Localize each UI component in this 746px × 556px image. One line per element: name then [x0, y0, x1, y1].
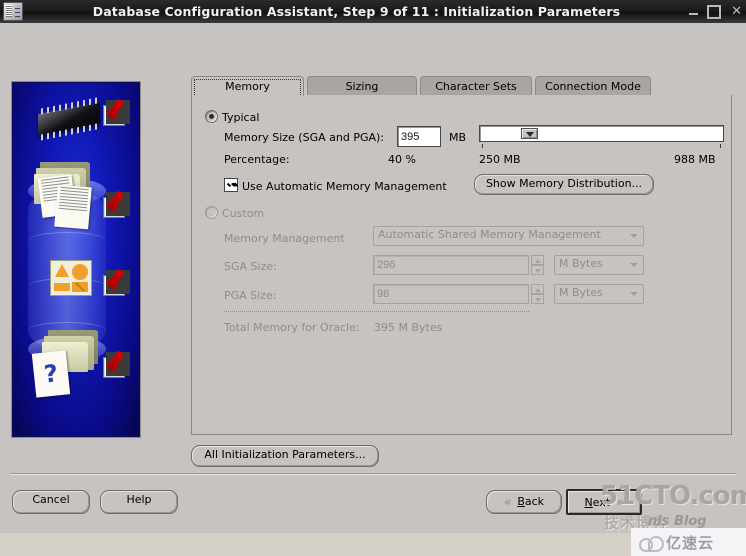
- total-memory-value: 395 M Bytes: [374, 321, 443, 334]
- dbca-window: Database Configuration Assistant, Step 9…: [0, 0, 746, 556]
- chevron-down-icon: [630, 234, 638, 238]
- window-title: Database Configuration Assistant, Step 9…: [92, 4, 621, 19]
- maximize-icon[interactable]: [707, 4, 722, 19]
- help-button[interactable]: Help: [100, 490, 178, 514]
- chevron-down-icon: [630, 263, 638, 267]
- checkmark-icon: [104, 100, 130, 125]
- stepper-down-icon[interactable]: [531, 294, 544, 304]
- wizard-artwork: ?: [11, 81, 141, 438]
- title-bar: Database Configuration Assistant, Step 9…: [0, 0, 746, 23]
- slider-track[interactable]: [479, 125, 724, 142]
- sga-size-unit-value: M Bytes: [559, 257, 603, 270]
- stepper-down-icon[interactable]: [531, 265, 544, 275]
- chevron-down-icon: [630, 292, 638, 296]
- pga-size-stepper[interactable]: [531, 284, 544, 304]
- total-separator: [224, 311, 529, 312]
- watermark-brand-box: 亿速云: [631, 528, 746, 556]
- tab-character-sets[interactable]: Character Sets: [420, 76, 532, 96]
- shapes-graphic: [50, 260, 92, 296]
- database-icon: [3, 2, 23, 21]
- close-icon[interactable]: ✕: [731, 5, 742, 18]
- watermark-brand-label: 亿速云: [666, 533, 715, 552]
- automatic-memory-management-label: Use Automatic Memory Management: [242, 180, 447, 193]
- tab-sizing-label: Sizing: [345, 80, 379, 93]
- tab-strip: Memory Sizing Character Sets Connection …: [191, 76, 730, 96]
- question-mark-graphic: ?: [31, 350, 71, 398]
- tab-memory-label: Memory: [225, 80, 270, 93]
- chip-graphic: [38, 101, 100, 137]
- typical-radio-icon[interactable]: [205, 110, 218, 123]
- pga-size-unit-select[interactable]: M Bytes: [554, 284, 644, 304]
- memory-management-value: Automatic Shared Memory Management: [378, 228, 601, 241]
- footer-separator: [10, 473, 736, 474]
- stepper-up-icon[interactable]: [531, 255, 544, 265]
- all-initialization-parameters-button[interactable]: All Initialization Parameters...: [191, 445, 379, 467]
- memory-size-slider[interactable]: [479, 125, 724, 148]
- cloud-icon: [639, 535, 664, 552]
- memory-management-select[interactable]: Automatic Shared Memory Management: [373, 226, 644, 246]
- total-memory-label: Total Memory for Oracle:: [224, 321, 360, 334]
- show-memory-distribution-button[interactable]: Show Memory Distribution...: [474, 174, 654, 195]
- document-graphic: [54, 184, 92, 230]
- custom-radio-icon[interactable]: [205, 206, 218, 219]
- tab-connection-mode-label: Connection Mode: [545, 80, 641, 93]
- memory-size-unit: MB: [449, 131, 467, 144]
- sga-size-unit-select[interactable]: M Bytes: [554, 255, 644, 275]
- sga-size-label: SGA Size:: [224, 260, 277, 273]
- back-button-label: Back: [517, 495, 545, 508]
- checkbox-icon[interactable]: [224, 178, 238, 192]
- minimize-icon[interactable]: [689, 6, 699, 17]
- tab-character-sets-label: Character Sets: [435, 80, 517, 93]
- watermark-chinese: 技术博客: [604, 514, 669, 532]
- typical-radio-label: Typical: [222, 111, 260, 124]
- back-button[interactable]: « Back: [486, 490, 562, 514]
- pga-size-input[interactable]: [373, 284, 529, 304]
- pga-size-label: PGA Size:: [224, 289, 277, 302]
- tab-memory[interactable]: Memory: [191, 76, 304, 96]
- custom-radio-label: Custom: [222, 207, 265, 220]
- next-button-label: Next: [584, 495, 611, 509]
- watermark-blog: nis Blog: [648, 514, 707, 529]
- window-body: ? Memory Sizing Character Sets Connectio…: [0, 23, 746, 556]
- pga-size-unit-value: M Bytes: [559, 286, 603, 299]
- window-controls: ✕: [689, 0, 742, 23]
- next-button[interactable]: Next »: [566, 489, 642, 515]
- sga-size-input[interactable]: [373, 255, 529, 275]
- chevron-left-icon: «: [503, 495, 512, 509]
- tab-connection-mode[interactable]: Connection Mode: [535, 76, 651, 96]
- slider-thumb[interactable]: [521, 128, 538, 139]
- chevron-right-icon: »: [616, 494, 624, 509]
- slider-min-label: 250 MB: [479, 153, 521, 166]
- percentage-label: Percentage:: [224, 153, 290, 166]
- memory-size-input[interactable]: [397, 126, 441, 147]
- custom-radio-option[interactable]: Custom: [205, 206, 264, 220]
- slider-tick-min: [482, 144, 483, 148]
- memory-tab-panel: Typical Memory Size (SGA and PGA): MB Pe…: [191, 95, 732, 435]
- sga-size-stepper[interactable]: [531, 255, 544, 275]
- percentage-value: 40 %: [388, 153, 416, 166]
- checkmark-icon: [104, 352, 130, 377]
- memory-size-label: Memory Size (SGA and PGA):: [224, 131, 384, 144]
- slider-max-label: 988 MB: [674, 153, 716, 166]
- checkmark-icon: [104, 192, 130, 217]
- automatic-memory-management-checkbox[interactable]: Use Automatic Memory Management: [224, 178, 447, 193]
- cancel-button[interactable]: Cancel: [12, 490, 90, 514]
- stepper-up-icon[interactable]: [531, 284, 544, 294]
- checkmark-icon: [104, 270, 130, 295]
- slider-tick-max: [720, 144, 721, 148]
- cylinder-line: [28, 232, 106, 249]
- memory-management-label: Memory Management: [224, 232, 345, 245]
- typical-radio-option[interactable]: Typical: [205, 110, 259, 124]
- tab-sizing[interactable]: Sizing: [307, 76, 417, 96]
